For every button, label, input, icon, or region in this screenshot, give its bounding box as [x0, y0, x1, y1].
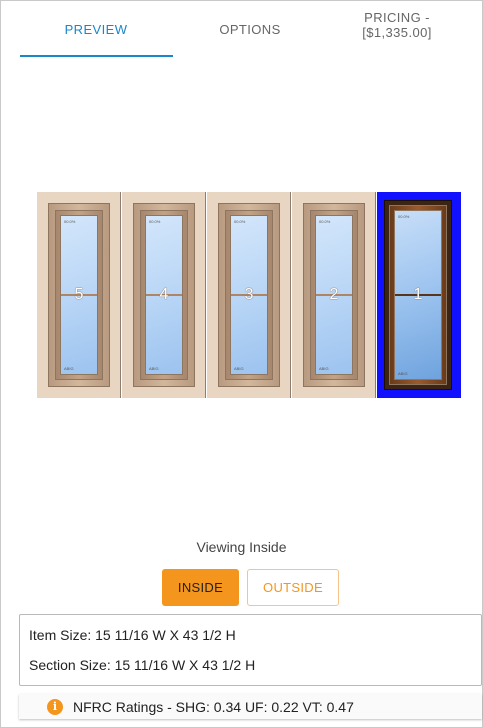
window-glass: 00.0% 4 ABIG	[145, 215, 183, 375]
outside-button[interactable]: OUTSIDE	[247, 569, 339, 606]
unit-bottom-label: ABIG	[234, 366, 244, 371]
tab-preview[interactable]: PREVIEW	[21, 0, 171, 58]
unit-bottom-label: ABIG	[319, 366, 329, 371]
size-info-panel: Item Size: 15 11/16 W X 43 1/2 H Section…	[19, 614, 482, 686]
unit-top-label: 00.0%	[319, 219, 331, 224]
window-unit-4[interactable]: 00.0% 4 ABIG	[122, 192, 206, 398]
section-size: Section Size: 15 11/16 W X 43 1/2 H	[29, 657, 256, 673]
viewing-status: Viewing Inside	[196, 539, 287, 555]
window-glass: 00.0% 5 ABIG	[60, 215, 98, 375]
window-unit-5[interactable]: 00.0% 5 ABIG	[37, 192, 121, 398]
unit-top-label: 00.0%	[398, 214, 410, 219]
window-frame: 00.0% 2 ABIG	[303, 203, 365, 387]
window-unit-1[interactable]: 00.0% 1 ABIG	[377, 192, 461, 398]
window-unit-2[interactable]: 00.0% 2 ABIG	[292, 192, 376, 398]
tab-pricing[interactable]: PRICING - [$1,335.00]	[322, 0, 472, 54]
window-frame: 00.0% 4 ABIG	[133, 203, 195, 387]
unit-top-label: 00.0%	[234, 219, 246, 224]
tab-preview-label: PREVIEW	[64, 21, 128, 37]
unit-bottom-label: ABIG	[398, 371, 408, 376]
window-preview: 00.0% 5 ABIG 00.0% 4 ABIG 00.0% 3 ABIG 0…	[37, 192, 462, 398]
unit-number: 3	[244, 286, 254, 303]
window-frame: 00.0% 3 ABIG	[218, 203, 280, 387]
unit-bottom-label: ABIG	[149, 366, 159, 371]
info-icon: i	[47, 698, 63, 715]
window-sash: 00.0% 1 ABIG	[389, 205, 447, 385]
window-glass: 00.0% 2 ABIG	[315, 215, 353, 375]
window-frame: 00.0% 5 ABIG	[48, 203, 110, 387]
window-sash: 00.0% 5 ABIG	[55, 210, 103, 380]
tab-pricing-amount: [$1,335.00]	[362, 25, 432, 40]
window-sash: 00.0% 3 ABIG	[225, 210, 273, 380]
nfrc-ratings-text: NFRC Ratings - SHG: 0.34 UF: 0.22 VT: 0.…	[73, 698, 354, 715]
inside-button[interactable]: INSIDE	[162, 569, 239, 606]
window-sash: 00.0% 2 ABIG	[310, 210, 358, 380]
unit-top-label: 00.0%	[149, 219, 161, 224]
unit-number: 4	[159, 286, 169, 303]
window-frame: 00.0% 1 ABIG	[384, 200, 452, 390]
window-glass: 00.0% 1 ABIG	[394, 210, 442, 380]
tab-options-label: OPTIONS	[219, 21, 281, 37]
nfrc-ratings-bar: i NFRC Ratings - SHG: 0.34 UF: 0.22 VT: …	[19, 694, 482, 719]
active-tab-indicator	[20, 55, 173, 57]
unit-number: 2	[329, 286, 339, 303]
window-sash: 00.0% 4 ABIG	[140, 210, 188, 380]
tab-pricing-label: PRICING -	[364, 10, 430, 25]
tab-bar: PREVIEW OPTIONS PRICING - [$1,335.00]	[0, 0, 481, 58]
tab-options[interactable]: OPTIONS	[175, 0, 325, 58]
unit-top-label: 00.0%	[64, 219, 76, 224]
item-size: Item Size: 15 11/16 W X 43 1/2 H	[29, 627, 236, 643]
unit-number: 5	[74, 286, 84, 303]
window-unit-3[interactable]: 00.0% 3 ABIG	[207, 192, 291, 398]
unit-bottom-label: ABIG	[64, 366, 74, 371]
window-glass: 00.0% 3 ABIG	[230, 215, 268, 375]
unit-number: 1	[413, 286, 423, 303]
